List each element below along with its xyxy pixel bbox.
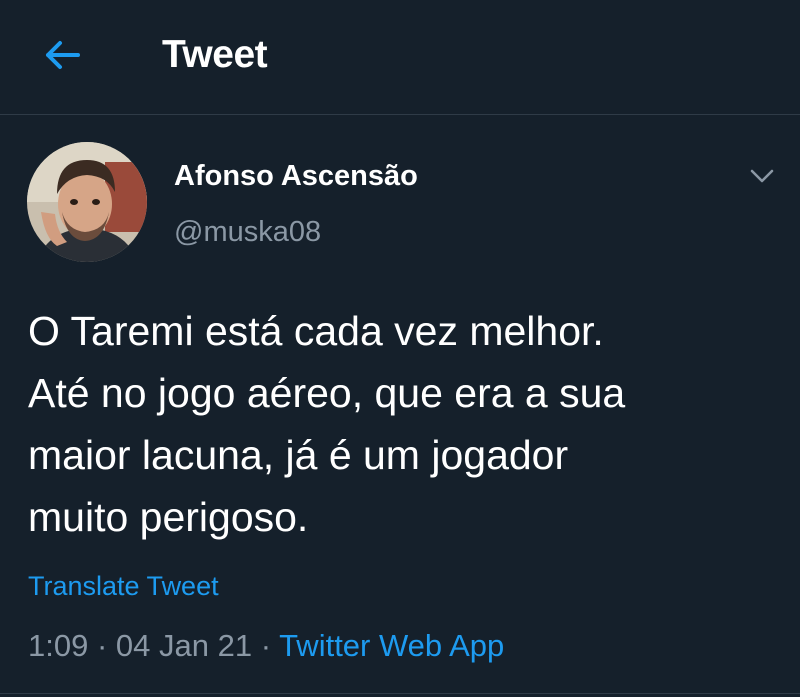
author-display-name[interactable]: Afonso Ascensão (174, 158, 418, 194)
tweet-text: O Taremi está cada vez melhor. Até no jo… (28, 308, 626, 540)
page-title: Tweet (162, 33, 268, 76)
tweet-metadata: 1:09 · 04 Jan 21 · Twitter Web App (28, 626, 504, 666)
meta-separator: · (252, 628, 280, 663)
divider (0, 693, 800, 694)
tweet-source-link[interactable]: Twitter Web App (279, 628, 504, 663)
translate-tweet-link[interactable]: Translate Tweet (28, 569, 219, 603)
arrow-left-icon (46, 41, 80, 69)
chevron-down-icon (750, 169, 774, 183)
back-button[interactable] (36, 32, 88, 78)
tweet-date: 04 Jan 21 (115, 628, 253, 663)
user-avatar-photo (27, 142, 147, 262)
author-handle[interactable]: @muska08 (174, 214, 321, 250)
meta-separator: · (88, 628, 116, 663)
tweet-menu-button[interactable] (742, 158, 782, 194)
avatar[interactable] (27, 142, 147, 262)
top-bar: Tweet (0, 0, 800, 115)
tweet-time: 1:09 (28, 628, 89, 663)
